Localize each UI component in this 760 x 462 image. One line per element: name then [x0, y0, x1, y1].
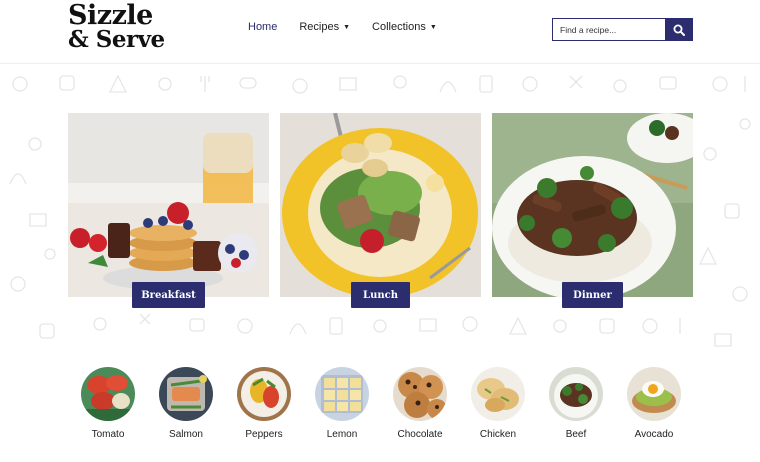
ingredient-salmon-label: Salmon — [169, 429, 203, 440]
ingredient-chicken[interactable]: Chicken — [468, 367, 528, 440]
chocolate-image — [393, 367, 447, 421]
ingredient-tomato[interactable]: Tomato — [78, 367, 138, 440]
peppers-image — [237, 367, 291, 421]
ingredient-tomato-label: Tomato — [91, 429, 125, 440]
salmon-image — [159, 367, 213, 421]
caret-down-icon: ▼ — [343, 23, 351, 31]
logo-line-1: Sizzle — [68, 0, 153, 31]
site-header: Sizzle & Serve Home Recipes ▼ Collection… — [0, 0, 760, 64]
lunch-button[interactable]: Lunch — [351, 282, 410, 308]
search-input[interactable] — [552, 18, 665, 41]
nav-collections-menu[interactable]: Collections ▼ — [372, 21, 437, 33]
search-icon — [673, 24, 685, 36]
dinner-image — [492, 113, 693, 297]
logo-line-2: & Serve — [68, 26, 165, 53]
nav-recipes-menu[interactable]: Recipes ▼ — [299, 21, 350, 33]
ingredient-chocolate[interactable]: Chocolate — [390, 367, 450, 440]
ingredient-peppers-label: Peppers — [245, 429, 283, 440]
avocado-image — [627, 367, 681, 421]
nav-home-label: Home — [248, 21, 278, 33]
main-nav: Home Recipes ▼ Collections ▼ — [248, 21, 459, 33]
ingredient-beef[interactable]: Beef — [546, 367, 606, 440]
ingredient-avocado-label: Avocado — [634, 429, 674, 440]
ingredient-chicken-label: Chicken — [479, 429, 517, 440]
site-logo[interactable]: Sizzle & Serve — [68, 0, 165, 53]
ingredient-salmon[interactable]: Salmon — [156, 367, 216, 440]
ingredient-lemon[interactable]: Lemon — [312, 367, 372, 440]
meal-card-lunch[interactable] — [280, 113, 481, 297]
dinner-button[interactable]: Dinner — [562, 282, 623, 308]
chicken-image — [471, 367, 525, 421]
ingredient-avocado[interactable]: Avocado — [624, 367, 684, 440]
search-button[interactable] — [665, 18, 693, 41]
nav-home-link[interactable]: Home — [248, 21, 277, 33]
nav-collections-label: Collections — [372, 21, 426, 33]
breakfast-button[interactable]: Breakfast — [132, 282, 205, 308]
breakfast-image — [68, 113, 269, 297]
ingredient-beef-label: Beef — [565, 429, 587, 440]
meal-card-dinner[interactable] — [492, 113, 693, 297]
beef-image — [549, 367, 603, 421]
tomato-image — [81, 367, 135, 421]
ingredient-chocolate-label: Chocolate — [397, 429, 443, 440]
lemon-image — [315, 367, 369, 421]
meal-card-breakfast[interactable] — [68, 113, 269, 297]
ingredient-peppers[interactable]: Peppers — [234, 367, 294, 440]
search-form — [552, 18, 693, 41]
lunch-image — [280, 113, 481, 297]
nav-recipes-label: Recipes — [299, 21, 340, 33]
caret-down-icon: ▼ — [429, 23, 437, 31]
ingredient-lemon-label: Lemon — [326, 429, 358, 440]
